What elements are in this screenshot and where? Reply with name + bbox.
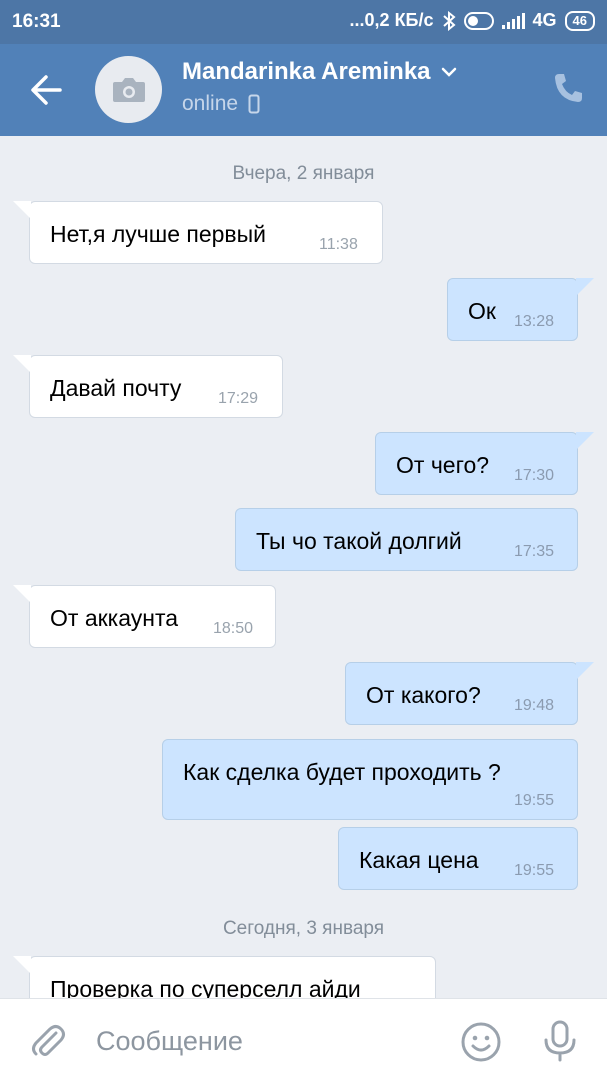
bubble-tail bbox=[13, 355, 31, 373]
message-incoming[interactable]: Нет,я лучше первый 11:38 bbox=[13, 201, 383, 264]
message-time: 17:29 bbox=[218, 390, 259, 407]
network-type: 4G bbox=[532, 10, 557, 30]
battery-icon: 46 bbox=[564, 10, 595, 31]
smile-icon bbox=[461, 1022, 501, 1062]
status-right: ...0,2 КБ/с 4G 46 bbox=[350, 10, 595, 31]
message-text: Нет,я лучше первый bbox=[50, 221, 267, 247]
message-text: Ок bbox=[468, 298, 496, 324]
bubble-tail bbox=[576, 278, 594, 296]
message-outgoing[interactable]: Ты чо такой долгий 17:35 bbox=[235, 508, 578, 571]
date-separator: Вчера, 2 января bbox=[232, 163, 375, 184]
message-incoming[interactable]: Давай почту 17:29 bbox=[13, 355, 283, 418]
message-outgoing[interactable]: Какая цена 19:55 bbox=[338, 827, 578, 890]
message-outgoing[interactable]: От какого? 19:48 bbox=[345, 662, 594, 725]
message-time: 17:35 bbox=[514, 543, 555, 560]
contact-status: online bbox=[182, 92, 260, 116]
back-button[interactable] bbox=[24, 68, 72, 112]
message-outgoing[interactable]: Ок 13:28 bbox=[447, 278, 594, 341]
message-time: 19:55 bbox=[514, 862, 555, 879]
status-time: 16:31 bbox=[12, 11, 61, 32]
bluetooth-icon bbox=[442, 10, 456, 31]
phone-icon bbox=[555, 74, 582, 102]
network-speed: ...0,2 КБ/с bbox=[349, 10, 434, 30]
message-text: От аккаунта bbox=[50, 605, 179, 631]
message-text: Проверка по суперселл айди bbox=[50, 976, 361, 998]
contact-name-text: Mandarinka Areminka bbox=[182, 58, 431, 85]
camera-icon bbox=[112, 77, 145, 102]
message-time: 19:55 bbox=[514, 792, 555, 809]
bubble-tail bbox=[13, 956, 31, 974]
message-incoming[interactable]: От аккаунта 18:50 bbox=[13, 585, 276, 648]
date-separator: Сегодня, 3 января bbox=[222, 918, 385, 939]
microphone-icon bbox=[544, 1020, 576, 1062]
message-text: Ты чо такой долгий bbox=[256, 528, 462, 554]
toggle-icon bbox=[463, 11, 494, 30]
arrow-left-icon bbox=[31, 75, 62, 105]
message-outgoing[interactable]: Как сделка будет проходить ? 19:55 bbox=[162, 739, 578, 820]
message-text: От чего? bbox=[396, 452, 490, 478]
message-time: 11:38 bbox=[319, 236, 358, 253]
message-outgoing[interactable]: От чего? 17:30 bbox=[375, 432, 594, 495]
status-bar: 16:31 ...0,2 КБ/с 4G 46 bbox=[0, 0, 607, 44]
message-text: Как сделка будет проходить ? bbox=[183, 759, 501, 785]
message-time: 19:48 bbox=[514, 697, 555, 714]
chevron-down-icon bbox=[441, 67, 456, 77]
contact-status-text: online bbox=[182, 92, 239, 115]
emoji-button[interactable] bbox=[460, 1021, 502, 1068]
mobile-icon bbox=[248, 94, 260, 114]
bubble-tail bbox=[576, 432, 594, 450]
paperclip-icon bbox=[32, 1025, 65, 1056]
bubble-tail bbox=[13, 201, 31, 219]
chat-header: Mandarinka Areminka online bbox=[0, 44, 607, 136]
bubble-tail bbox=[13, 585, 31, 603]
message-composer: Сообщение bbox=[0, 998, 607, 1080]
message-incoming[interactable]: Проверка по суперселл айди bbox=[13, 956, 436, 998]
message-input[interactable]: Сообщение bbox=[96, 1026, 243, 1057]
contact-name[interactable]: Mandarinka Areminka bbox=[182, 58, 457, 86]
message-text: Какая цена bbox=[359, 847, 479, 873]
message-text: Давай почту bbox=[50, 375, 182, 401]
avatar[interactable] bbox=[95, 56, 162, 123]
call-button[interactable] bbox=[553, 72, 583, 109]
message-text: От какого? bbox=[366, 682, 481, 708]
bubble-tail bbox=[576, 662, 594, 680]
message-time: 18:50 bbox=[213, 620, 254, 637]
message-time: 13:28 bbox=[514, 313, 555, 330]
signal-icon bbox=[501, 12, 525, 29]
voice-button[interactable] bbox=[540, 1019, 580, 1068]
attach-button[interactable] bbox=[28, 1021, 68, 1066]
message-time: 17:30 bbox=[514, 467, 555, 484]
message-list[interactable]: Вчера, 2 января Нет,я лучше первый 11:38… bbox=[0, 136, 607, 998]
